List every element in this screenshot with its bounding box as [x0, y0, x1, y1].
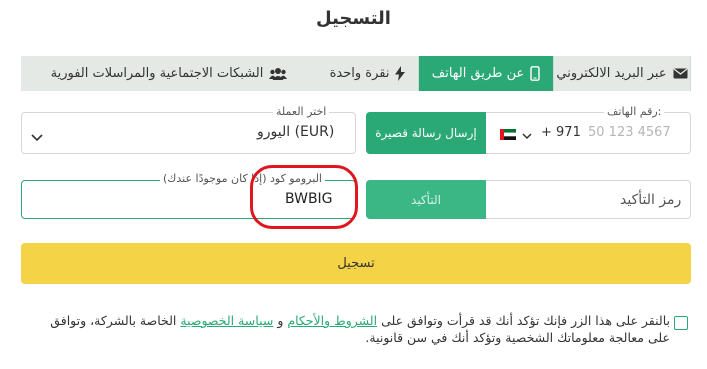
terms-checkbox[interactable] — [674, 316, 688, 330]
tab-social-label: الشبكات الاجتماعية والمراسلات الفورية — [50, 66, 264, 81]
register-button[interactable]: تسجيل — [21, 243, 691, 284]
country-selector[interactable] — [500, 125, 532, 144]
tab-email-label: عبر البريد الالكتروني — [556, 66, 667, 81]
tab-phone[interactable]: عن طريق الهاتف — [419, 56, 554, 91]
page-title: التسجيل — [316, 8, 391, 29]
chevron-down-icon — [31, 127, 43, 146]
envelope-icon — [673, 68, 688, 79]
uae-flag-icon — [500, 125, 516, 144]
currency-label: اختر العملة — [273, 105, 330, 118]
tab-social[interactable]: الشبكات الاجتماعية والمراسلات الفورية — [21, 56, 317, 91]
phone-input-placeholder[interactable]: 50 123 4567 — [588, 125, 671, 140]
terms-prefix: بالنقر على هذا الزر فإنك تؤكد أنك قد قرأ… — [381, 313, 670, 328]
tab-phone-label: عن طريق الهاتف — [431, 66, 525, 81]
tab-one-click-label: نقرة واحدة — [329, 66, 390, 81]
promo-highlight-circle — [250, 165, 358, 229]
privacy-link[interactable]: سياسة الخصوصية — [180, 313, 273, 328]
confirm-button[interactable]: التأكيد — [366, 180, 486, 219]
country-code: + 971 — [541, 125, 581, 140]
terms-and: و — [277, 313, 284, 328]
terms-link[interactable]: الشروط والأحكام — [287, 313, 377, 328]
registration-tabs: عبر البريد الالكتروني عن طريق الهاتف نقر… — [21, 56, 691, 91]
users-icon — [269, 67, 288, 80]
tab-email[interactable]: عبر البريد الالكتروني — [554, 56, 691, 91]
send-sms-button[interactable]: إرسال رسالة قصيرة — [366, 112, 486, 154]
tab-one-click[interactable]: نقرة واحدة — [317, 56, 419, 91]
confirm-code-placeholder: رمز التأكيد — [620, 192, 682, 208]
lightning-icon — [395, 66, 406, 81]
phone-label: رقم الهاتف: — [604, 105, 665, 118]
terms-text: بالنقر على هذا الزر فإنك تؤكد أنك قد قرأ… — [30, 312, 670, 346]
currency-value: اليورو (EUR) — [257, 124, 335, 140]
phone-icon — [530, 66, 540, 81]
chevron-down-icon — [522, 125, 532, 144]
